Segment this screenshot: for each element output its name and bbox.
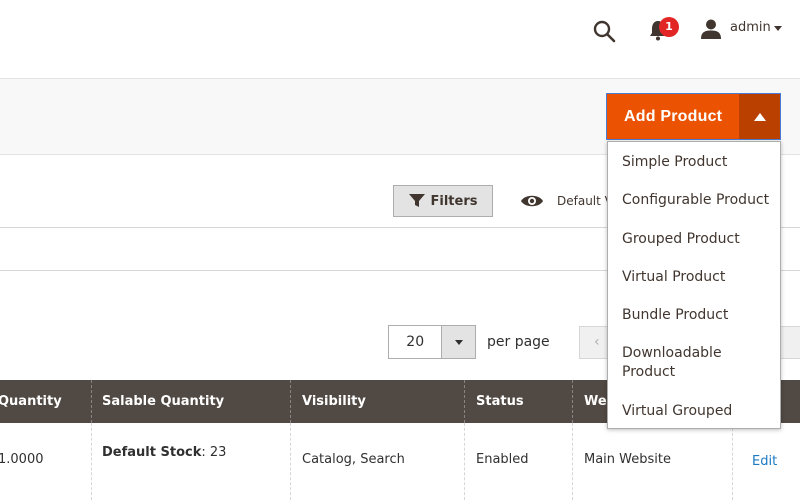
cell-quantity: 1.0000: [0, 452, 44, 467]
column-divider: [464, 380, 465, 423]
add-product-button[interactable]: Add Product: [607, 94, 740, 139]
filters-button[interactable]: Filters: [393, 185, 493, 217]
filters-label: Filters: [430, 193, 478, 209]
menu-item-virtual-grouped[interactable]: Virtual Grouped: [622, 402, 772, 421]
search-icon[interactable]: [592, 19, 616, 43]
column-divider: [290, 380, 291, 423]
per-page-toggle[interactable]: [441, 326, 475, 358]
salable-stock-name: Default Stock: [102, 445, 202, 460]
menu-item-downloadable-product[interactable]: Downloadable Product: [622, 344, 742, 382]
admin-user-label[interactable]: admin: [730, 20, 771, 35]
chevron-down-icon[interactable]: [774, 26, 782, 31]
column-divider: [572, 423, 573, 500]
per-page-value: 20: [406, 334, 425, 350]
notification-count-badge[interactable]: 1: [659, 17, 679, 37]
column-divider: [290, 423, 291, 500]
edit-link[interactable]: Edit: [752, 454, 777, 469]
column-header-salable-quantity[interactable]: Salable Quantity: [92, 380, 290, 423]
column-divider: [732, 423, 733, 500]
column-divider: [572, 380, 573, 423]
per-page-label: per page: [487, 334, 550, 350]
per-page-select[interactable]: 20: [388, 325, 476, 359]
add-product-menu: Simple Product Configurable Product Grou…: [607, 141, 781, 429]
menu-item-simple-product[interactable]: Simple Product: [622, 153, 772, 172]
menu-item-grouped-product[interactable]: Grouped Product: [622, 230, 772, 249]
cell-visibility: Catalog, Search: [302, 452, 405, 467]
user-icon[interactable]: [700, 18, 722, 40]
menu-item-configurable-product[interactable]: Configurable Product: [622, 191, 772, 210]
admin-header: [0, 0, 800, 78]
triangle-up-icon: [753, 112, 766, 121]
cell-status: Enabled: [476, 452, 529, 467]
cell-action: Edit: [742, 423, 800, 500]
column-divider: [464, 423, 465, 500]
add-product-toggle[interactable]: [739, 94, 780, 139]
eye-icon[interactable]: [520, 193, 544, 209]
column-header-status[interactable]: Status: [466, 380, 572, 423]
salable-stock-value: : 23: [201, 445, 227, 460]
menu-item-virtual-product[interactable]: Virtual Product: [622, 268, 772, 287]
column-header-quantity[interactable]: Quantity: [0, 380, 92, 423]
column-header-visibility[interactable]: Visibility: [292, 380, 464, 423]
add-product-split-button: Add Product: [606, 93, 781, 140]
filter-icon: [408, 194, 425, 207]
page-number-input[interactable]: [780, 326, 800, 359]
menu-item-bundle-product[interactable]: Bundle Product: [622, 306, 772, 325]
cell-websites: Main Website: [584, 452, 671, 467]
cell-salable-quantity: Default Stock: 23: [92, 423, 290, 500]
chevron-down-icon: [454, 339, 463, 345]
